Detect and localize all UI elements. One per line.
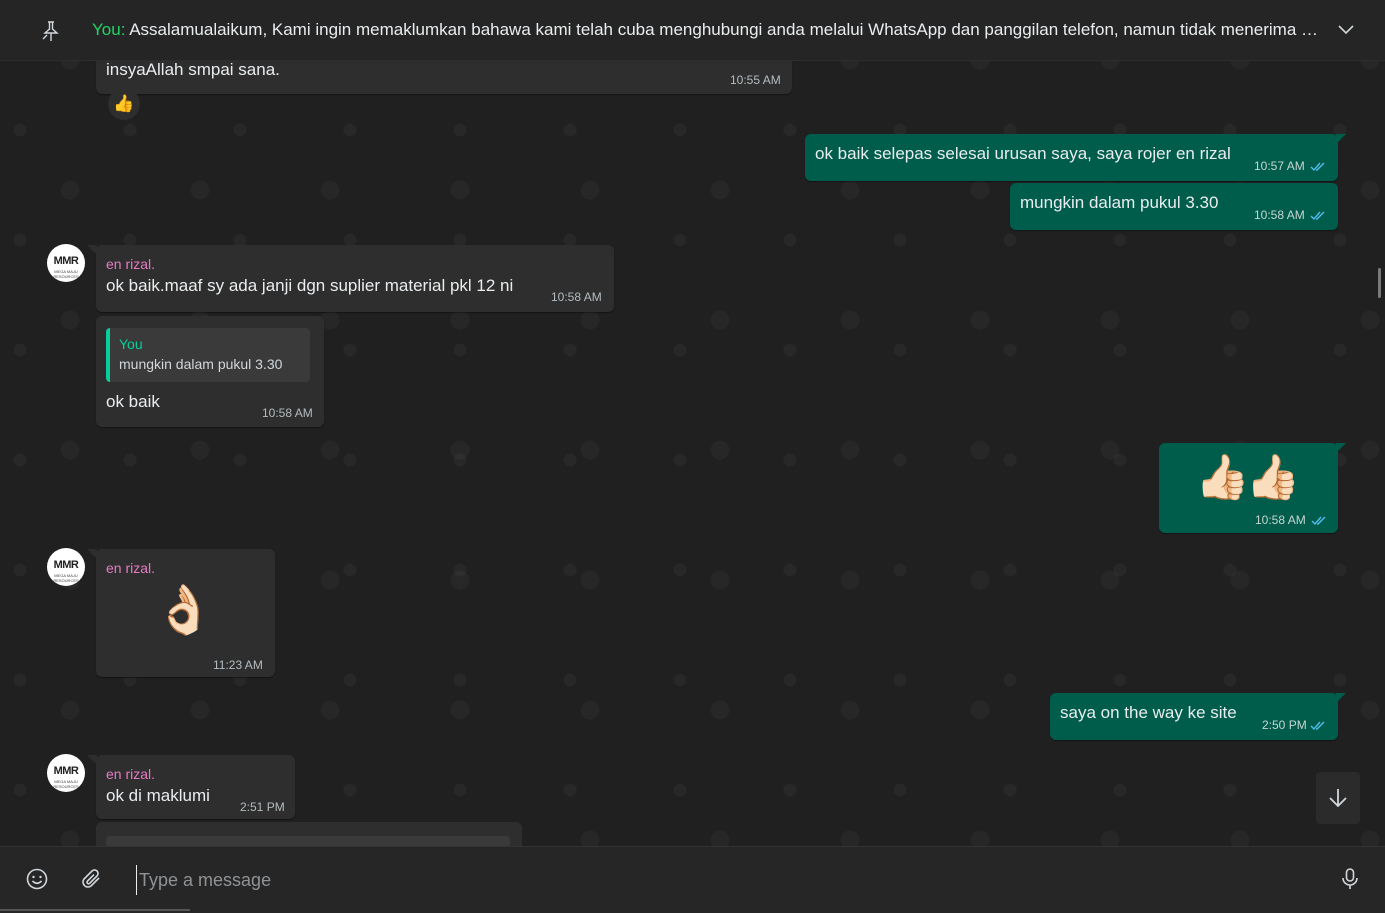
sender-name[interactable]: en rizal. xyxy=(106,560,155,576)
thumbs-up-icon: 👍 xyxy=(113,94,135,113)
message-time: 10:58 AM xyxy=(1254,208,1305,222)
message-time: 10:55 AM xyxy=(730,73,781,87)
avatar-subtitle: MEGA MAJU RESOURCES xyxy=(53,269,79,279)
reaction-badge[interactable]: 👍 xyxy=(108,88,140,120)
quote-author: You xyxy=(119,336,143,352)
arrow-down-icon xyxy=(1329,789,1347,808)
pin-icon[interactable] xyxy=(40,20,62,42)
avatar-initials: MMR xyxy=(53,559,79,571)
message-text: mungkin dalam pukul 3.30 xyxy=(1020,193,1219,212)
avatar[interactable]: MMR MEGA MAJU RESOURCES xyxy=(47,754,85,792)
message-incoming[interactable]: en rizal. ok baik.maaf sy ada janji dgn … xyxy=(96,245,614,312)
microphone-icon[interactable] xyxy=(1338,867,1362,891)
message-text: saya on the way ke site xyxy=(1060,703,1237,722)
quoted-message-partial xyxy=(106,836,510,846)
bubble-tail xyxy=(1336,443,1346,453)
message-incoming-emoji[interactable]: en rizal. 👌🏻 11:23 AM xyxy=(96,549,275,677)
message-outgoing-emoji[interactable]: 👍🏻👍🏻 10:58 AM xyxy=(1159,443,1338,533)
avatar-initials: MMR xyxy=(53,255,79,267)
chat-background: insyaAllah smpai sana. 10:55 AM 👍 ok bai… xyxy=(0,0,1385,846)
chevron-down-icon[interactable] xyxy=(1336,22,1356,38)
scroll-to-bottom-button[interactable] xyxy=(1316,772,1360,824)
avatar[interactable]: MMR MEGA MAJU RESOURCES xyxy=(47,244,85,282)
message-text: ok baik xyxy=(106,392,160,411)
message-outgoing[interactable]: mungkin dalam pukul 3.30 10:58 AM xyxy=(1010,183,1338,230)
quoted-message[interactable]: You mungkin dalam pukul 3.30 xyxy=(106,328,310,382)
message-incoming-reply[interactable]: You mungkin dalam pukul 3.30 ok baik 10:… xyxy=(96,316,324,427)
message-text: ok baik selepas selesai urusan saya, say… xyxy=(815,144,1231,163)
bubble-tail xyxy=(1336,693,1346,703)
avatar-initials: MMR xyxy=(53,765,79,777)
message-time: 2:50 PM xyxy=(1262,718,1307,732)
message-incoming-partial[interactable] xyxy=(96,822,522,846)
scrollbar-thumb[interactable] xyxy=(1378,268,1381,298)
double-check-icon xyxy=(1310,162,1325,172)
double-check-icon xyxy=(1310,721,1325,731)
message-text: ok baik.maaf sy ada janji dgn suplier ma… xyxy=(106,276,514,295)
double-check-icon xyxy=(1310,211,1325,221)
bubble-tail xyxy=(1336,134,1346,144)
avatar-subtitle: MEGA MAJU RESOURCES xyxy=(53,573,79,583)
composer-underline xyxy=(0,909,190,911)
pinned-sender: You: xyxy=(92,20,126,39)
message-composer xyxy=(0,846,1385,913)
paperclip-icon[interactable] xyxy=(80,867,104,891)
pinned-message-banner[interactable]: You: Assalamualaikum, Kami ingin memaklu… xyxy=(0,0,1385,61)
avatar-subtitle: MEGA MAJU RESOURCES xyxy=(53,779,79,789)
sender-name[interactable]: en rizal. xyxy=(106,766,155,782)
emoji-text: 👍🏻👍🏻 xyxy=(1195,453,1301,502)
double-check-icon xyxy=(1311,516,1326,526)
emoji-text: 👌🏻 xyxy=(154,584,214,637)
quote-text: mungkin dalam pukul 3.30 xyxy=(119,356,283,372)
message-time: 10:57 AM xyxy=(1254,159,1305,173)
message-time: 2:51 PM xyxy=(240,800,285,814)
sender-name[interactable]: en rizal. xyxy=(106,256,155,272)
message-input[interactable] xyxy=(136,865,1321,895)
message-time: 10:58 AM xyxy=(1255,513,1306,527)
message-time: 10:58 AM xyxy=(262,406,313,420)
message-incoming[interactable]: en rizal. ok di maklumi 2:51 PM xyxy=(96,755,295,819)
message-text: insyaAllah smpai sana. xyxy=(106,60,280,79)
emoji-icon[interactable] xyxy=(25,867,49,891)
pinned-body: Assalamualaikum, Kami ingin memaklumkan … xyxy=(129,20,1322,39)
message-time: 10:58 AM xyxy=(551,290,602,304)
message-text: ok di maklumi xyxy=(106,786,210,805)
message-time: 11:23 AM xyxy=(213,658,263,672)
pinned-message-text: You: Assalamualaikum, Kami ingin memaklu… xyxy=(92,20,1322,40)
avatar[interactable]: MMR MEGA MAJU RESOURCES xyxy=(47,548,85,586)
message-outgoing[interactable]: saya on the way ke site 2:50 PM xyxy=(1050,693,1338,740)
message-outgoing[interactable]: ok baik selepas selesai urusan saya, say… xyxy=(805,134,1338,181)
